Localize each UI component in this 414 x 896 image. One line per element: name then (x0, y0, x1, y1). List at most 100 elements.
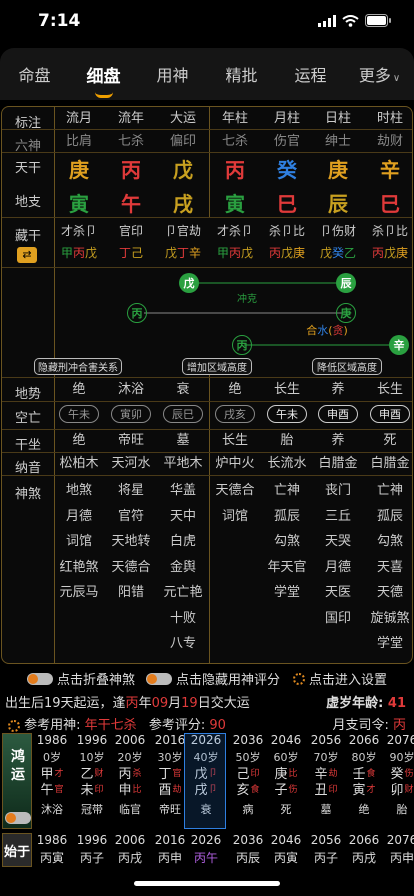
dayun-state: 病 (242, 803, 254, 816)
dishi-cell: 长生 (273, 382, 300, 397)
dayun-zhi-shishen: 食 (250, 785, 260, 795)
canggan-stem: 戊 (383, 246, 396, 260)
dayun-column[interactable]: 2006 20岁丙申杀比临官 (112, 733, 148, 829)
canggan-stem: 戊 (241, 246, 254, 260)
hide-yongshen-toggle[interactable]: 点击隐藏用神评分 (146, 669, 280, 688)
dayun-chars: 丙申 (118, 767, 131, 799)
dayun-state: 死 (280, 803, 292, 816)
dayun-column[interactable]: 2076 90岁癸卯伤财胎 (384, 733, 414, 829)
liunian-column[interactable]: 2066 丙戌 (346, 833, 382, 867)
yongshen-info: 参考用神: 年干七杀 参考评分: 90 (8, 714, 226, 733)
dayun-column[interactable]: 2036 50岁己亥印食病 (230, 733, 266, 829)
shensha-item: 红艳煞 (59, 559, 99, 575)
dayun-column[interactable]: 2046 60岁庚子比伤死 (268, 733, 304, 829)
dayun-age: 90岁 (389, 751, 414, 764)
signal-icon (318, 14, 336, 27)
dayun-state: 墓 (320, 803, 332, 816)
shensha-item: 阳错 (117, 585, 144, 600)
liunian-column[interactable]: 2076 丙申 (384, 833, 414, 867)
liunian-column[interactable]: 2036 丙辰 (230, 833, 266, 867)
liunian-year: 1996 (76, 833, 108, 847)
dayun-year: 2066 (348, 733, 380, 747)
liunian-column[interactable]: 2026 丙午 (188, 833, 224, 867)
dayun-age: 50岁 (235, 751, 261, 764)
tiangan-char: 庚 (328, 158, 348, 182)
decrease-height-button[interactable]: 降低区域高度 (312, 358, 382, 375)
liunian-column[interactable]: 2006 丙戌 (112, 833, 148, 867)
canggan-stem: 癸 (331, 246, 344, 260)
dayun-zhi-shishen: 印 (328, 785, 338, 795)
tiangan-char: 戊 (173, 158, 193, 182)
tab-mingpan[interactable]: 命盘 (0, 62, 69, 86)
canggan-stem: 丙 (228, 246, 241, 260)
liunian-column[interactable]: 2016 丙申 (152, 833, 188, 867)
dayun-column[interactable]: 2016 30岁丁酉官劫帝旺 (152, 733, 188, 829)
tab-more[interactable]: 更多 ∨ (345, 62, 414, 86)
dayun-shishen: 才官 (54, 767, 64, 795)
top-tab-bar: 命盘 细盘 用神 精批 运程 更多 ∨ (0, 48, 414, 100)
dayun-gan-shishen: 劫 (328, 769, 338, 779)
tab-xipan[interactable]: 细盘 (69, 62, 138, 98)
kongwang-pill: 辰巳 (163, 405, 203, 423)
shensha-item: 国印 (324, 610, 351, 626)
dizhi-char: 巳 (380, 192, 400, 216)
canggan-stem: 戊 (164, 246, 177, 260)
canggan-stem: 乙 (344, 246, 357, 260)
liunian-column[interactable]: 2046 丙寅 (268, 833, 304, 867)
canggan-shishen: 杀卩比 (268, 224, 305, 238)
shensha-item: 丧门 (324, 483, 351, 498)
dayun-ganzhi: 乙未财印 (74, 767, 110, 799)
shensha-item: 天中 (169, 508, 196, 524)
dayun-column[interactable]: 2056 70岁辛丑劫印墓 (308, 733, 344, 829)
row-label-shensha: 神煞 (14, 487, 41, 502)
dayun-ganzhi: 甲午才官 (34, 767, 70, 799)
zuozuo-cell: 死 (383, 433, 397, 448)
dayun-ganzhi: 丁酉官劫 (152, 767, 188, 799)
canggan-shishen: 才杀卩 (60, 224, 97, 238)
dayun-toggle[interactable] (5, 812, 31, 824)
liunian-column[interactable]: 1986 丙寅 (34, 833, 70, 867)
dayun-gan-shishen: 才 (54, 769, 64, 779)
fold-shensha-toggle[interactable]: 点击折叠神煞 (27, 669, 135, 688)
shensha-item: 词馆 (221, 508, 248, 524)
dayun-zhi: 申 (118, 783, 132, 798)
kongwang-pill: 午未 (267, 405, 307, 423)
canggan-stem: 甲 (60, 246, 73, 260)
nayin-cell: 长流水 (267, 456, 307, 471)
canggan-shishen: 卩官劫 (164, 224, 201, 238)
canggan-stem: 丙 (72, 246, 85, 260)
dayun-chars: 壬寅 (352, 767, 365, 799)
tiangan-char: 丙 (225, 158, 245, 182)
diagram-label-heshui: 合水(贪) (306, 324, 348, 337)
dayun-column[interactable]: 1996 10岁乙未财印冠带 (74, 733, 110, 829)
tab-yongshen[interactable]: 用神 (138, 62, 207, 86)
dayun-gan: 壬 (352, 767, 366, 782)
canggan-stems: 丙戊庚 (364, 246, 412, 260)
hide-relations-button[interactable]: 隐藏刑冲合害关系 (34, 358, 122, 375)
liunian-ganzhi: 丙寅 (273, 851, 298, 865)
tiangan-char: 庚 (69, 158, 89, 182)
dayun-state: 冠带 (81, 803, 103, 816)
dayun-state: 胎 (396, 803, 408, 816)
swap-button[interactable]: ⇄ (17, 247, 37, 263)
tab-jingpi[interactable]: 精批 (207, 62, 276, 86)
dayun-zhi: 子 (274, 783, 288, 798)
dayun-shishen: 比伤 (289, 767, 298, 795)
diagram-node-geng: 庚 (336, 303, 356, 323)
tab-yuncheng[interactable]: 运程 (276, 62, 345, 86)
dishi-cell: 沐浴 (117, 382, 144, 397)
increase-height-button[interactable]: 增加区域高度 (182, 358, 252, 375)
dayun-column[interactable]: 1986 0岁甲午才官沐浴 (34, 733, 70, 829)
liushen-cell: 偏印 (169, 134, 196, 149)
settings-link[interactable]: 点击进入设置 (293, 669, 387, 688)
shensha-item: 地煞 (65, 483, 92, 498)
status-time: 7:14 (38, 11, 81, 31)
shensha-item: 八专 (169, 636, 196, 651)
kongwang-pill: 申酉 (318, 405, 358, 423)
canggan-stem: 辛 (189, 246, 202, 260)
dayun-column[interactable]: 2066 80岁壬寅食才绝 (346, 733, 382, 829)
liunian-column[interactable]: 1996 丙子 (74, 833, 110, 867)
shensha-item: 天哭 (324, 534, 351, 549)
liunian-column[interactable]: 2056 丙子 (308, 833, 344, 867)
canggan-stem: 丁 (176, 246, 189, 260)
